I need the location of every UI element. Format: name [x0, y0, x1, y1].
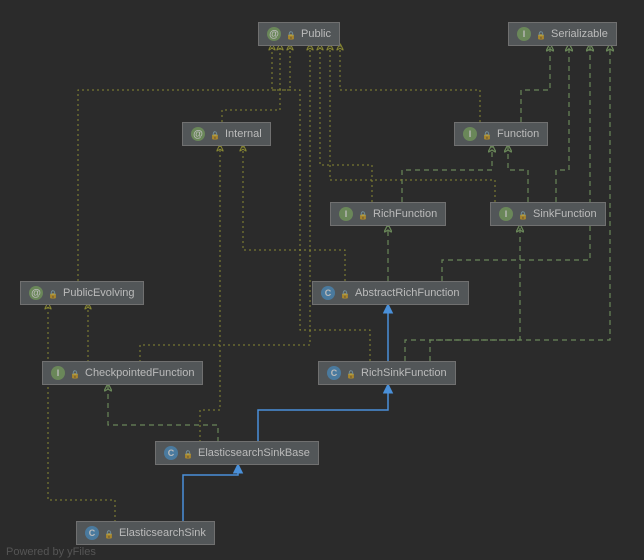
lock-icon	[104, 528, 114, 538]
node-label: ElasticsearchSinkBase	[198, 447, 310, 459]
edge	[442, 44, 590, 281]
lock-icon	[340, 288, 350, 298]
node-label: CheckpointedFunction	[85, 367, 194, 379]
edge	[200, 145, 220, 442]
edge	[340, 44, 480, 122]
class-icon	[85, 526, 99, 540]
lock-icon	[518, 209, 528, 219]
edge	[108, 384, 218, 442]
node-label: Public	[301, 28, 331, 40]
node-richsinkfunction[interactable]: RichSinkFunction	[318, 361, 456, 385]
node-richfunction[interactable]: RichFunction	[330, 202, 446, 226]
node-serializable[interactable]: Serializable	[508, 22, 617, 46]
edge	[78, 44, 290, 281]
node-checkpointedfunction[interactable]: CheckpointedFunction	[42, 361, 203, 385]
node-label: SinkFunction	[533, 208, 597, 220]
node-label: AbstractRichFunction	[355, 287, 460, 299]
node-label: PublicEvolving	[63, 287, 135, 299]
annotation-icon	[191, 127, 205, 141]
node-sinkfunction[interactable]: SinkFunction	[490, 202, 606, 226]
lock-icon	[70, 368, 80, 378]
annotation-icon	[267, 27, 281, 41]
lock-icon	[482, 129, 492, 139]
node-elasticsearchsink[interactable]: ElasticsearchSink	[76, 521, 215, 545]
node-label: Serializable	[551, 28, 608, 40]
interface-icon	[499, 207, 513, 221]
interface-icon	[339, 207, 353, 221]
lock-icon	[286, 29, 296, 39]
edges-layer	[0, 0, 644, 560]
lock-icon	[346, 368, 356, 378]
edge	[258, 384, 388, 442]
node-function[interactable]: Function	[454, 122, 548, 146]
lock-icon	[48, 288, 58, 298]
edge	[320, 44, 372, 202]
interface-icon	[51, 366, 65, 380]
node-label: Internal	[225, 128, 262, 140]
edge	[508, 145, 528, 202]
node-publicevolving[interactable]: PublicEvolving	[20, 281, 144, 305]
node-label: Function	[497, 128, 539, 140]
edge	[222, 44, 280, 122]
node-label: RichFunction	[373, 208, 437, 220]
node-public[interactable]: Public	[258, 22, 340, 46]
node-elasticsearchsinkbase[interactable]: ElasticsearchSinkBase	[155, 441, 319, 465]
edge	[521, 44, 550, 122]
lock-icon	[210, 129, 220, 139]
node-abstractrichfunction[interactable]: AbstractRichFunction	[312, 281, 469, 305]
edge	[402, 145, 492, 202]
node-label: ElasticsearchSink	[119, 527, 206, 539]
edge	[556, 44, 569, 202]
interface-icon	[463, 127, 477, 141]
edge	[48, 303, 115, 532]
interface-icon	[517, 27, 531, 41]
class-icon	[164, 446, 178, 460]
edge	[140, 44, 310, 362]
lock-icon	[536, 29, 546, 39]
lock-icon	[358, 209, 368, 219]
annotation-icon	[29, 286, 43, 300]
class-icon	[327, 366, 341, 380]
node-label: RichSinkFunction	[361, 367, 447, 379]
node-internal[interactable]: Internal	[182, 122, 271, 146]
lock-icon	[183, 448, 193, 458]
class-icon	[321, 286, 335, 300]
